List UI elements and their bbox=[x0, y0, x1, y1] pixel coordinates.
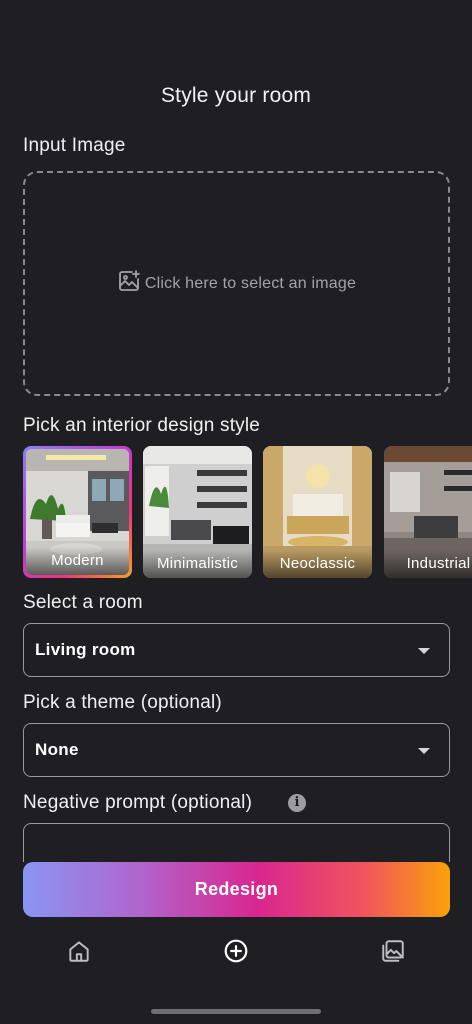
add-circle-icon bbox=[224, 939, 248, 963]
bottom-nav-gallery[interactable] bbox=[380, 938, 406, 964]
info-icon[interactable]: i bbox=[288, 794, 306, 812]
room-select-value: Living room bbox=[35, 640, 136, 659]
theme-select-label: Pick a theme (optional) bbox=[23, 692, 222, 713]
chevron-down-icon bbox=[418, 648, 430, 654]
room-select[interactable]: Living room bbox=[23, 623, 450, 677]
theme-select-value: None bbox=[35, 740, 79, 759]
redesign-button[interactable]: Redesign bbox=[23, 862, 450, 917]
negative-prompt-label: Negative prompt (optional) bbox=[23, 792, 253, 813]
style-label-minimalistic: Minimalistic bbox=[143, 550, 252, 578]
home-icon bbox=[69, 941, 89, 962]
style-label-neoclassic: Neoclassic bbox=[263, 550, 372, 578]
upload-placeholder-text: Click here to select an image bbox=[144, 274, 357, 292]
image-upload-area[interactable]: Click here to select an image bbox=[23, 171, 450, 396]
add-photo-icon bbox=[117, 269, 141, 298]
style-thumbnail-modern: Modern bbox=[26, 449, 129, 575]
style-card-modern[interactable]: Modern bbox=[23, 446, 132, 578]
bottom-nav-create[interactable] bbox=[223, 938, 249, 964]
style-carousel[interactable]: Modern Minimalistic Neoclassic Industria… bbox=[23, 446, 472, 578]
bottom-nav-home[interactable] bbox=[66, 938, 92, 964]
style-thumbnail-neoclassic: Neoclassic bbox=[263, 446, 372, 578]
style-card-neoclassic[interactable]: Neoclassic bbox=[263, 446, 372, 578]
style-label-industrial: Industrial bbox=[384, 550, 472, 578]
page-title: Style your room bbox=[160, 84, 312, 107]
input-image-label: Input Image bbox=[23, 135, 126, 156]
style-label-modern: Modern bbox=[26, 547, 129, 575]
theme-select[interactable]: None bbox=[23, 723, 450, 777]
style-card-minimalistic[interactable]: Minimalistic bbox=[143, 446, 252, 578]
room-select-label: Select a room bbox=[23, 592, 143, 613]
style-thumbnail-minimalistic: Minimalistic bbox=[143, 446, 252, 578]
style-picker-label: Pick an interior design style bbox=[23, 415, 261, 436]
style-card-industrial[interactable]: Industrial bbox=[384, 446, 472, 578]
home-indicator bbox=[151, 1009, 321, 1014]
gallery-icon bbox=[382, 940, 404, 962]
style-thumbnail-industrial: Industrial bbox=[384, 446, 472, 578]
chevron-down-icon bbox=[418, 748, 430, 754]
